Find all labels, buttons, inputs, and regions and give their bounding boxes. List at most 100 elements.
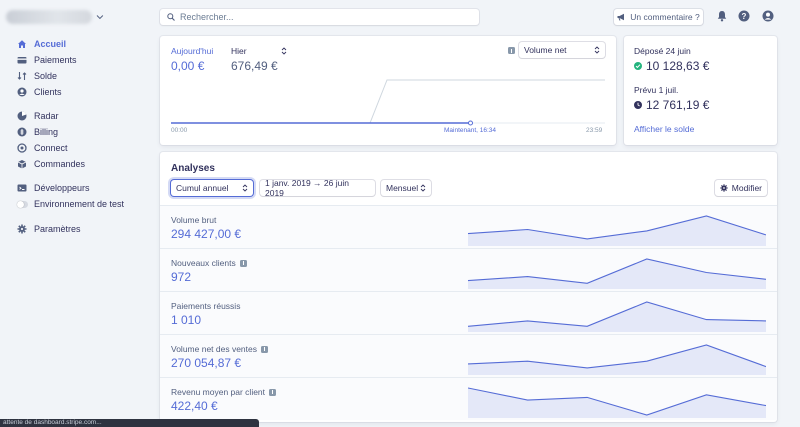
account-name-blurred: [6, 10, 93, 24]
metric-row[interactable]: Revenu moyen par client 422,40 €: [160, 377, 777, 420]
date-range-value: 1 janv. 2019 → 26 juin 2019: [265, 178, 349, 198]
metric-sparkline: [468, 258, 766, 289]
axis-start-label: 00:00: [171, 127, 188, 134]
sidebar-item-label: Connect: [34, 143, 68, 153]
billing-icon: [17, 127, 27, 137]
connect-icon: [17, 143, 27, 153]
expected-label: Prévu 1 juil.: [634, 85, 679, 95]
gear-icon: [17, 224, 27, 234]
info-icon[interactable]: [269, 388, 277, 396]
notifications-bell-icon[interactable]: [716, 10, 728, 22]
metric-row[interactable]: Volume net des ventes 270 054,87 €: [160, 334, 777, 377]
date-range-picker[interactable]: 1 janv. 2019 → 26 juin 2019: [260, 178, 375, 198]
test-mode-toggle[interactable]: Environnement de test: [17, 196, 124, 212]
deposited-value: 10 128,63 €: [646, 59, 710, 73]
expected-value: 12 761,19 €: [646, 98, 710, 112]
nav-group-main: Accueil Paiements Solde Clients: [17, 36, 77, 100]
interval-select-value: Mensuel: [386, 183, 419, 193]
metric-label: Volume net des ventes: [171, 344, 269, 354]
sidebar-item-paiements[interactable]: Paiements: [17, 52, 77, 68]
sparkline-area: [468, 302, 766, 332]
period-select-value: Cumul annuel: [176, 183, 229, 193]
sidebar-item-commandes[interactable]: Commandes: [17, 156, 85, 172]
svg-text:?: ?: [742, 12, 747, 21]
balance-card: Déposé 24 juin 10 128,63 € Prévu 1 juil.…: [624, 36, 777, 145]
metric-select[interactable]: Volume net: [519, 42, 605, 58]
help-icon[interactable]: ?: [738, 10, 750, 22]
sidebar-item-billing[interactable]: Billing: [17, 124, 85, 140]
sidebar-item-label: Commandes: [34, 159, 86, 169]
metric-row[interactable]: Nouveaux clients 972: [160, 248, 777, 291]
radar-icon: [17, 111, 27, 121]
metric-sparkline: [468, 301, 766, 332]
feedback-button[interactable]: Un commentaire ?: [614, 9, 703, 25]
up-down-chevron-icon: [594, 46, 600, 54]
compare-value: 676,49 €: [231, 59, 278, 73]
metric-label: Nouveaux clients: [171, 258, 247, 268]
view-balance-link[interactable]: Afficher le solde: [634, 124, 694, 134]
user-avatar-icon[interactable]: [762, 10, 774, 22]
metrics-list: Volume brut 294 427,00 € Nouveaux clients 9…: [160, 205, 777, 420]
metric-value: 422,40 €: [171, 399, 218, 413]
analyses-card: Analyses Cumul annuel 1 janv. 2019 → 26 …: [160, 152, 777, 422]
metric-label: Revenu moyen par client: [171, 387, 277, 397]
metric-label: Volume brut: [171, 215, 216, 225]
edit-button[interactable]: Modifier: [715, 180, 767, 196]
sidebar-item-label: Radar: [34, 111, 59, 121]
sidebar-item-label: Billing: [34, 127, 59, 137]
search-icon: [167, 13, 175, 21]
sidebar-item-label: Accueil: [34, 39, 67, 49]
metric-value: 270 054,87 €: [171, 356, 242, 370]
metric-sparkline: [468, 344, 766, 375]
metric-value: 294 427,00 €: [171, 227, 242, 241]
nav-group-dev: Développeurs Environnement de test: [17, 180, 124, 212]
info-icon[interactable]: [508, 47, 515, 54]
sidebar-item-radar[interactable]: Radar: [17, 108, 85, 124]
payments-icon: [17, 55, 27, 65]
axis-now-label: Maintenant, 16:34: [444, 127, 497, 134]
sidebar-item-label: Environnement de test: [34, 199, 125, 209]
metric-select-value: Volume net: [524, 45, 567, 55]
interval-select[interactable]: Mensuel: [381, 180, 431, 196]
compare-period-select[interactable]: Hier: [227, 43, 291, 59]
sidebar-item-accueil[interactable]: Accueil: [17, 36, 77, 52]
info-icon[interactable]: [239, 259, 247, 267]
metric-row[interactable]: Volume brut 294 427,00 €: [160, 205, 777, 248]
metric-row[interactable]: Paiements réussis 1 010: [160, 291, 777, 334]
metric-value: 972: [171, 270, 192, 284]
balance-icon: [17, 71, 27, 81]
account-switcher[interactable]: [6, 8, 104, 26]
gear-icon: [720, 184, 728, 192]
sidebar: Accueil Paiements Solde Clients Radar Bi…: [0, 0, 155, 427]
today-label: Aujourd'hui: [171, 46, 214, 56]
sidebar-item-clients[interactable]: Clients: [17, 84, 77, 100]
info-icon[interactable]: [261, 345, 269, 353]
metric-label-text: Revenu moyen par client: [171, 387, 266, 397]
sidebar-item-developpeurs[interactable]: Développeurs: [17, 180, 124, 196]
now-point: [468, 120, 473, 126]
up-down-chevron-icon: [420, 184, 426, 192]
metric-sparkline: [468, 215, 766, 246]
sidebar-item-connect[interactable]: Connect: [17, 140, 85, 156]
home-icon: [17, 39, 27, 49]
check-circle-icon: [634, 62, 642, 70]
chevron-down-icon: [96, 15, 104, 20]
sidebar-item-label: Clients: [34, 87, 62, 97]
compare-label: Hier: [231, 46, 247, 56]
sidebar-item-solde[interactable]: Solde: [17, 68, 77, 84]
sparkline-area: [468, 345, 766, 375]
metric-value: 1 010: [171, 313, 202, 327]
deposited-label: Déposé 24 juin: [634, 46, 691, 56]
sidebar-item-label: Paramètres: [34, 224, 81, 234]
customers-icon: [17, 87, 27, 97]
period-select[interactable]: Cumul annuel: [171, 180, 253, 196]
today-value: 0,00 €: [171, 59, 205, 73]
sidebar-item-label: Solde: [34, 71, 58, 81]
edit-button-label: Modifier: [731, 183, 762, 193]
toggle-icon: [17, 200, 28, 208]
search-input[interactable]: [180, 12, 460, 22]
search-bar[interactable]: [160, 9, 479, 25]
orders-icon: [17, 159, 27, 169]
sidebar-item-parametres[interactable]: Paramètres: [17, 221, 81, 237]
sidebar-item-label: Développeurs: [34, 183, 90, 193]
